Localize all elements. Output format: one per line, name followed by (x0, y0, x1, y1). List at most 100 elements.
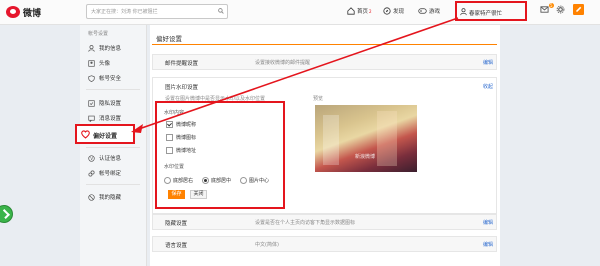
option-logo-checkbox[interactable]: 微博图标 (166, 134, 196, 141)
checkbox[interactable] (166, 147, 173, 154)
settings-sidebar: 帐号设置 我的信息 头像 帐号安全 隐私设置 消息设置 V 认证信息 帐号绑定 … (80, 25, 147, 266)
sidebar-item-label: 我的信息 (99, 46, 122, 52)
message-icon (88, 115, 95, 122)
message-badge: 5 (549, 3, 554, 8)
watermark-preview-image: 新浪微博 (315, 105, 417, 172)
watermark-options-box: 水印内容 微博昵称 微博图标 微博地址 水印位置 底部居右 底部居中 图片中心 … (155, 101, 285, 209)
sidebar-item-my-info[interactable]: 我的信息 (88, 43, 121, 53)
position-bottom-right-radio[interactable]: 底部居右 (164, 177, 193, 184)
row-value: 中文(简体) (255, 242, 279, 248)
hidden-icon (88, 193, 95, 201)
nav-discover-label: 发现 (393, 9, 405, 15)
weibo-eye-icon (6, 6, 20, 18)
row-value: 设置是否在个人主页向访客下角显示数据图标 (255, 220, 356, 226)
weibo-logo[interactable]: 微博 (4, 3, 64, 21)
sidebar-item-security[interactable]: 帐号安全 (88, 73, 121, 83)
language-edit-link[interactable]: 编辑 (483, 241, 493, 248)
radio-dot[interactable] (240, 177, 248, 184)
link-icon (88, 169, 95, 177)
email-edit-link[interactable]: 编辑 (483, 59, 493, 66)
watermark-title: 图片水印设置 (165, 85, 199, 91)
watermark-position-label: 水印位置 (164, 164, 185, 170)
floating-check-icon[interactable] (0, 205, 13, 223)
page-title: 偏好设置 (156, 35, 182, 43)
title-underline (152, 44, 497, 45)
user-profile-link[interactable]: 春家特产很忙 (455, 1, 527, 21)
sidebar-item-label: 我的隐藏 (99, 195, 122, 201)
sidebar-divider (86, 147, 140, 148)
heart-icon (81, 130, 90, 139)
nav-home[interactable]: 首页 2 (347, 4, 372, 18)
position-bottom-center-radio[interactable]: 底部居中 (202, 177, 231, 184)
sidebar-divider (86, 184, 140, 185)
sidebar-item-label: 隐私设置 (99, 101, 122, 107)
row-value: 设置接收微博的邮件提醒 (255, 60, 311, 66)
portrait-icon (88, 59, 95, 67)
privacy-icon (88, 99, 95, 107)
mail-icon[interactable] (540, 5, 549, 14)
sidebar-item-label: 帐号绑定 (99, 171, 122, 177)
compass-icon (383, 7, 391, 15)
language-row: 语言设置 中文(简体) 编辑 (152, 236, 497, 252)
option-label: 微博地址 (176, 148, 197, 154)
position-radio-group: 底部居右 底部居中 图片中心 (164, 177, 278, 184)
sidebar-item-label: 消息设置 (99, 116, 122, 122)
sidebar-item-privacy[interactable]: 隐私设置 (88, 98, 121, 108)
gamepad-icon (418, 8, 427, 14)
top-bar: 微博 大家正在搜：刘涛 你已被阻拦 首页 2 发现 游戏 春家特产很忙 5 (0, 0, 600, 25)
preview-label: 预览 (313, 96, 324, 102)
option-nickname-checkbox[interactable]: 微博昵称 (166, 121, 196, 128)
user-name: 春家特产很忙 (469, 11, 503, 17)
sidebar-divider (86, 89, 140, 90)
search-input[interactable]: 大家正在搜：刘涛 你已被阻拦 (86, 4, 228, 19)
radio-dot[interactable] (202, 177, 210, 184)
privacy-edit-link[interactable]: 编辑 (483, 219, 493, 226)
sidebar-item-binding[interactable]: 帐号绑定 (88, 168, 121, 178)
checkbox[interactable] (166, 121, 173, 128)
sidebar-item-preferences[interactable]: 偏好设置 (75, 124, 135, 144)
option-url-checkbox[interactable]: 微博地址 (166, 147, 196, 154)
radio-label: 图片中心 (249, 178, 270, 184)
watermark-type-label: 水印内容 (164, 110, 185, 116)
radio-label: 底部居中 (211, 178, 232, 184)
verify-icon: V (88, 154, 95, 162)
search-placeholder: 大家正在搜：刘涛 你已被阻拦 (91, 9, 158, 15)
radio-dot[interactable] (164, 177, 171, 184)
nav-home-badge: 2 (369, 8, 372, 14)
home-icon (347, 7, 355, 15)
nav-games-label: 游戏 (429, 9, 441, 15)
sidebar-item-verify[interactable]: V 认证信息 (88, 153, 121, 163)
checkbox[interactable] (166, 134, 173, 141)
person-icon (88, 44, 95, 52)
edit-icon[interactable] (573, 4, 584, 15)
gear-icon[interactable] (556, 5, 565, 14)
svg-text:V: V (90, 156, 93, 161)
preview-light (323, 115, 339, 165)
preview-light (377, 111, 397, 166)
email-reminder-row: 邮件提醒设置 设置接收微博的邮件提醒 编辑 (152, 54, 497, 70)
sidebar-item-hidden[interactable]: 我的隐藏 (88, 192, 121, 202)
sidebar-item-label: 认证信息 (99, 156, 122, 162)
preview-watermark-text: 新浪微博 (355, 154, 376, 160)
row-key: 隐藏设置 (165, 221, 188, 227)
row-key: 邮件提醒设置 (165, 61, 199, 67)
close-button[interactable]: 关闭 (190, 190, 207, 199)
nav-discover[interactable]: 发现 (383, 4, 404, 18)
sidebar-item-label: 偏好设置 (93, 133, 118, 140)
option-label: 微博图标 (176, 135, 197, 141)
sidebar-item-label: 帐号安全 (99, 76, 122, 82)
search-icon[interactable] (218, 8, 224, 14)
privacy-display-row: 隐藏设置 设置是否在个人主页向访客下角显示数据图标 编辑 (152, 214, 497, 230)
user-icon (460, 8, 467, 16)
sidebar-item-label: 头像 (99, 61, 111, 67)
option-label: 微博昵称 (176, 122, 197, 128)
sidebar-item-messages[interactable]: 消息设置 (88, 113, 121, 123)
sidebar-item-avatar[interactable]: 头像 (88, 58, 110, 68)
collapse-link[interactable]: 收起 (483, 83, 493, 90)
sidebar-heading: 帐号设置 (88, 31, 109, 37)
row-key: 语言设置 (165, 243, 188, 249)
radio-label: 底部居右 (173, 178, 194, 184)
position-center-radio[interactable]: 图片中心 (240, 177, 269, 184)
nav-games[interactable]: 游戏 (418, 4, 440, 18)
save-button[interactable]: 保存 (168, 190, 185, 199)
